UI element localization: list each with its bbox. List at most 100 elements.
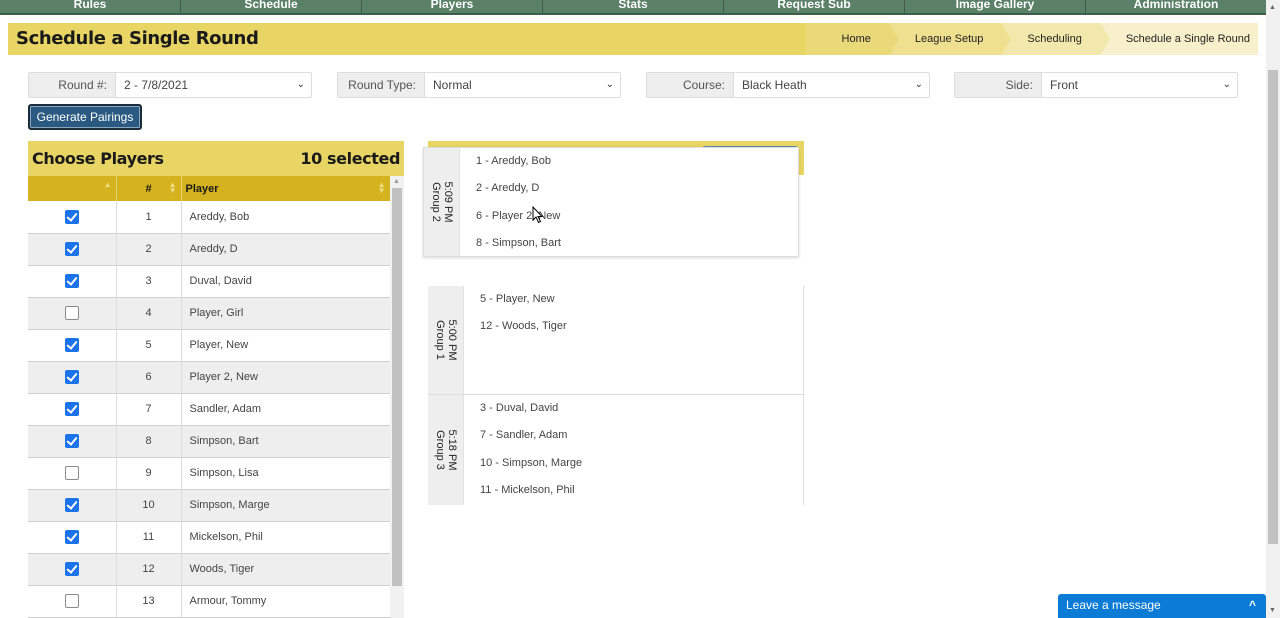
- table-row[interactable]: 2 Areddy, D: [28, 233, 391, 266]
- group-label: 5:09 PM Group 2: [430, 182, 454, 223]
- round-select-group: Round #: 2 - 7/8/2021 ⌄: [28, 72, 312, 98]
- nav-administration[interactable]: Administration: [1086, 0, 1266, 13]
- player-number: 9: [116, 457, 182, 490]
- nav-stats[interactable]: Stats: [543, 0, 724, 13]
- player-name: Mickelson, Phil: [181, 521, 391, 554]
- group-player-item[interactable]: 1 - Areddy, Bob: [460, 154, 798, 181]
- leave-message-widget[interactable]: Leave a message ^: [1058, 594, 1266, 618]
- table-row[interactable]: 1 Areddy, Bob: [28, 201, 391, 234]
- player-name: Simpson, Lisa: [181, 457, 391, 490]
- table-row[interactable]: 13 Armour, Tommy: [28, 585, 391, 618]
- select-cell: [28, 489, 117, 522]
- group-player-item[interactable]: 10 - Simpson, Marge: [464, 456, 803, 483]
- players-table-scrollbar[interactable]: ▲: [390, 176, 404, 618]
- round-type-select[interactable]: Normal ⌄: [425, 73, 620, 97]
- table-row[interactable]: 12 Woods, Tiger: [28, 553, 391, 586]
- round-label: Round #:: [29, 73, 116, 97]
- table-row[interactable]: 10 Simpson, Marge: [28, 489, 391, 522]
- round-select[interactable]: 2 - 7/8/2021 ⌄: [116, 73, 311, 97]
- group-name: Group 2: [429, 182, 442, 222]
- player-number: 7: [116, 393, 182, 426]
- table-row[interactable]: 9 Simpson, Lisa: [28, 457, 391, 490]
- nav-request-sub[interactable]: Request Sub: [724, 0, 905, 13]
- nav-rules[interactable]: Rules: [0, 0, 181, 13]
- scrollbar-thumb[interactable]: [392, 188, 402, 586]
- player-name: Areddy, Bob: [181, 201, 391, 234]
- player-checkbox[interactable]: [64, 562, 79, 576]
- select-cell: [28, 297, 117, 330]
- group-player-item[interactable]: 7 - Sandler, Adam: [464, 428, 803, 455]
- player-number: 6: [116, 361, 182, 394]
- player-checkbox[interactable]: [64, 209, 79, 224]
- table-row[interactable]: 6 Player 2, New: [28, 361, 391, 394]
- player-checkbox[interactable]: [64, 338, 79, 352]
- player-number: 2: [116, 233, 182, 266]
- column-header-select[interactable]: ▲: [28, 176, 117, 201]
- page-scrollbar-thumb[interactable]: [1268, 70, 1278, 544]
- player-name: Simpson, Bart: [181, 425, 391, 458]
- group-time: 5:00 PM: [445, 319, 458, 361]
- player-name: Player 2, New: [181, 361, 391, 394]
- breadcrumb-league-setup[interactable]: League Setup: [888, 23, 1011, 55]
- player-checkbox[interactable]: [64, 434, 79, 448]
- breadcrumb-scheduling[interactable]: Scheduling: [1001, 23, 1111, 55]
- player-checkbox[interactable]: [64, 498, 79, 512]
- table-row[interactable]: 8 Simpson, Bart: [28, 425, 391, 458]
- column-header-number[interactable]: # ▲ ▼: [116, 176, 182, 201]
- player-checkbox[interactable]: [64, 594, 79, 608]
- group-card-2-dragging[interactable]: 5:09 PM Group 2 1 - Areddy, Bob 2 - Aredd…: [423, 147, 799, 257]
- sort-icon: ▲ ▼: [377, 180, 386, 195]
- player-checkbox[interactable]: [64, 306, 79, 320]
- group-card-1[interactable]: 5:00 PM Group 1 5 - Player, New 12 - Wood…: [428, 286, 804, 395]
- group-player-item[interactable]: 6 - Player 2, New: [460, 209, 798, 236]
- scroll-up-icon[interactable]: ▲: [1269, 4, 1276, 11]
- nav-players[interactable]: Players: [362, 0, 543, 13]
- player-checkbox[interactable]: [64, 274, 79, 288]
- group-player-item[interactable]: 8 - Simpson, Bart: [460, 236, 798, 263]
- select-cell: [28, 457, 117, 490]
- nav-schedule[interactable]: Schedule: [181, 0, 362, 13]
- players-table-container: ▲ # ▲ ▼ Player ▲ ▼ 1 Areddy, Bob 2 Areddy, D 3 Du…: [28, 176, 404, 618]
- group-player-item[interactable]: 5 - Player, New: [464, 292, 803, 319]
- page-scrollbar[interactable]: ▲ ▼: [1266, 0, 1280, 618]
- side-select[interactable]: Front ⌄: [1042, 73, 1237, 97]
- player-number: 1: [116, 201, 182, 234]
- player-checkbox[interactable]: [64, 242, 79, 256]
- player-checkbox[interactable]: [64, 466, 79, 480]
- table-row[interactable]: 7 Sandler, Adam: [28, 393, 391, 426]
- nav-image-gallery[interactable]: Image Gallery: [905, 0, 1086, 13]
- group-name: Group 3: [433, 430, 446, 470]
- group-player-item[interactable]: 12 - Woods, Tiger: [464, 319, 803, 346]
- player-name: Player, Girl: [181, 297, 391, 330]
- page-title: Schedule a Single Round: [16, 28, 259, 49]
- column-header-player[interactable]: Player ▲ ▼: [181, 176, 391, 201]
- choose-players-title: Choose Players: [32, 149, 164, 168]
- chevron-up-icon[interactable]: ^: [1249, 594, 1256, 616]
- group-card-3[interactable]: 5:18 PM Group 3 3 - Duval, David 7 - Sand…: [428, 395, 804, 505]
- select-cell: [28, 553, 117, 586]
- scroll-up-icon[interactable]: ▲: [393, 178, 400, 185]
- player-name: Armour, Tommy: [181, 585, 391, 618]
- table-row[interactable]: 5 Player, New: [28, 329, 391, 362]
- group-label-cell: 5:18 PM Group 3: [428, 395, 464, 505]
- generate-pairings-button[interactable]: Generate Pairings: [28, 104, 142, 130]
- course-select[interactable]: Black Heath ⌄: [734, 73, 929, 97]
- breadcrumb-home[interactable]: Home: [805, 23, 900, 55]
- scroll-down-icon[interactable]: ▼: [1269, 607, 1276, 614]
- group-player-item[interactable]: 11 - Mickelson, Phil: [464, 483, 803, 510]
- chevron-down-icon: ⌄: [296, 79, 305, 90]
- top-nav: Rules Schedule Players Stats Request Sub…: [0, 0, 1266, 15]
- player-checkbox[interactable]: [64, 530, 79, 544]
- breadcrumb-current: Schedule a Single Round: [1099, 23, 1258, 55]
- group-label-cell: 5:09 PM Group 2: [424, 148, 460, 256]
- round-type-value: Normal: [433, 78, 472, 92]
- group-player-item[interactable]: 2 - Areddy, D: [460, 181, 798, 208]
- table-row[interactable]: 11 Mickelson, Phil: [28, 521, 391, 554]
- group-time: 5:09 PM: [441, 181, 454, 223]
- player-checkbox[interactable]: [64, 402, 79, 416]
- player-number: 8: [116, 425, 182, 458]
- table-row[interactable]: 3 Duval, David: [28, 265, 391, 298]
- player-checkbox[interactable]: [64, 370, 79, 384]
- table-row[interactable]: 4 Player, Girl: [28, 297, 391, 330]
- group-player-item[interactable]: 3 - Duval, David: [464, 401, 803, 428]
